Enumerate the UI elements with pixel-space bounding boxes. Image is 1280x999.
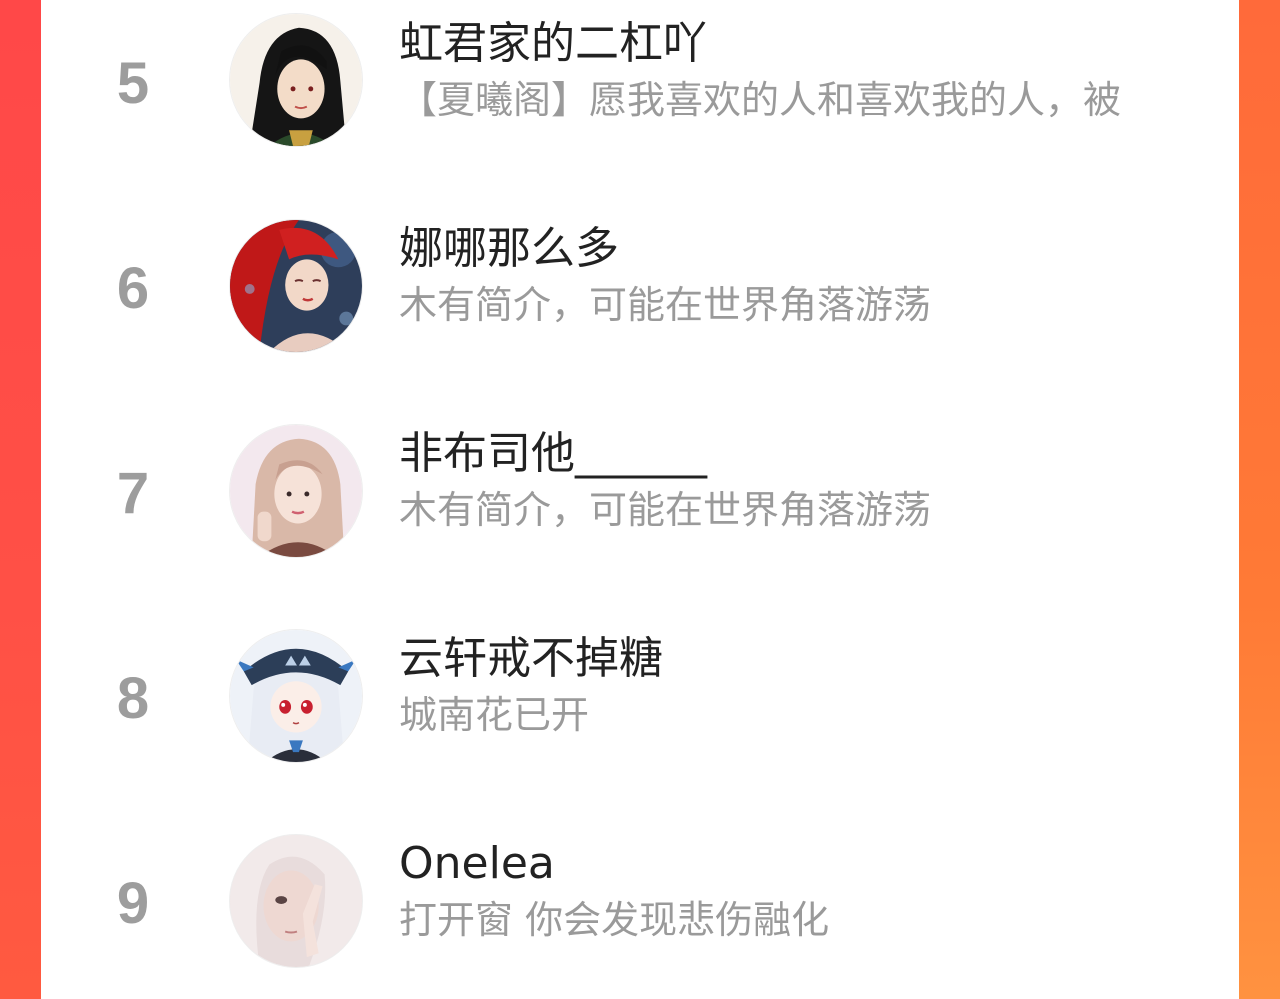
rank-number: 8 [116, 666, 150, 731]
ranking-row[interactable]: 8 云轩戒不掉糖 城南花已开 [41, 615, 1239, 820]
ranking-row[interactable]: 6 娜哪那么多 木有简介，可能在世界角落游荡 [41, 205, 1239, 410]
user-bio: 城南花已开 [399, 695, 590, 737]
user-bio: 木有简介，可能在世界角落游荡 [399, 285, 932, 327]
right-gradient-border [1239, 0, 1280, 999]
user-bio: 打开窗 你会发现悲伤融化 [399, 900, 830, 942]
user-name: 云轩戒不掉糖 [399, 633, 663, 684]
rank-number: 6 [116, 256, 150, 321]
user-name: 非布司他______ [399, 428, 707, 479]
ranking-row[interactable]: 5 虹君家的二杠吖 【夏曦阁】愿我喜欢的人和喜欢我的人，被 [41, 0, 1239, 205]
left-gradient-border [0, 0, 41, 999]
user-bio: 木有简介，可能在世界角落游荡 [399, 490, 932, 532]
avatar-blonde-girl-icon[interactable] [229, 424, 363, 558]
ranking-row[interactable]: 9 Onelea 打开窗 你会发现悲伤融化 [41, 820, 1239, 999]
avatar-pale-girl-icon[interactable] [229, 834, 363, 968]
rank-number: 5 [116, 51, 150, 116]
user-bio: 【夏曦阁】愿我喜欢的人和喜欢我的人，被 [399, 80, 1122, 122]
rank-number: 9 [116, 871, 150, 936]
user-name: 娜哪那么多 [399, 223, 619, 274]
avatar-red-hair-girl-icon[interactable] [229, 219, 363, 353]
ranking-row[interactable]: 7 非布司他______ 木有简介，可能在世界角落游荡 [41, 410, 1239, 615]
ranking-list: 5 虹君家的二杠吖 【夏曦阁】愿我喜欢的人和喜欢我的人，被 6 娜哪那么多 木有… [41, 0, 1239, 999]
avatar-anime-white-hair-girl-icon[interactable] [229, 629, 363, 763]
user-name: 虹君家的二杠吖 [399, 18, 707, 69]
avatar-black-hair-man-icon[interactable] [229, 13, 363, 147]
user-name: Onelea [399, 838, 555, 889]
rank-number: 7 [116, 461, 150, 526]
